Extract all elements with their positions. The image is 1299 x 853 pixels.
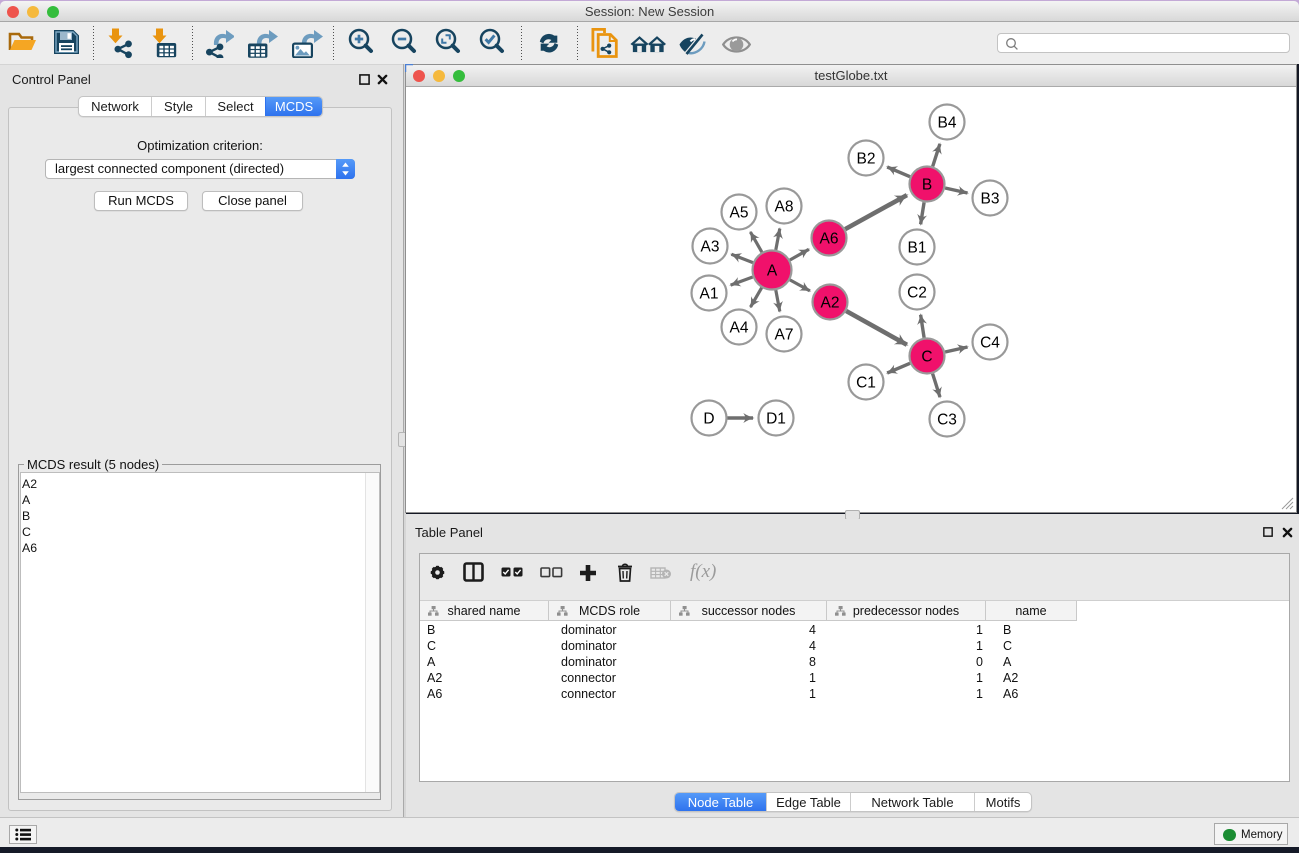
svg-text:A8: A8 <box>775 199 794 216</box>
svg-text:A1: A1 <box>700 286 719 303</box>
svg-text:D: D <box>703 411 714 428</box>
svg-text:B: B <box>922 177 932 194</box>
svg-text:C3: C3 <box>937 412 957 429</box>
svg-text:B4: B4 <box>938 115 957 132</box>
svg-text:A: A <box>767 263 778 280</box>
svg-text:C: C <box>921 349 932 366</box>
svg-text:B3: B3 <box>981 191 1000 208</box>
svg-text:B1: B1 <box>908 240 927 257</box>
svg-text:C4: C4 <box>980 335 1000 352</box>
svg-text:A3: A3 <box>701 239 720 256</box>
svg-text:A4: A4 <box>730 320 749 337</box>
svg-text:C2: C2 <box>907 285 927 302</box>
svg-text:A2: A2 <box>821 295 840 312</box>
svg-text:A6: A6 <box>820 231 839 248</box>
svg-text:B2: B2 <box>857 151 876 168</box>
svg-text:D1: D1 <box>766 411 786 428</box>
svg-text:A5: A5 <box>730 205 749 222</box>
svg-text:C1: C1 <box>856 375 876 392</box>
svg-text:A7: A7 <box>775 327 794 344</box>
